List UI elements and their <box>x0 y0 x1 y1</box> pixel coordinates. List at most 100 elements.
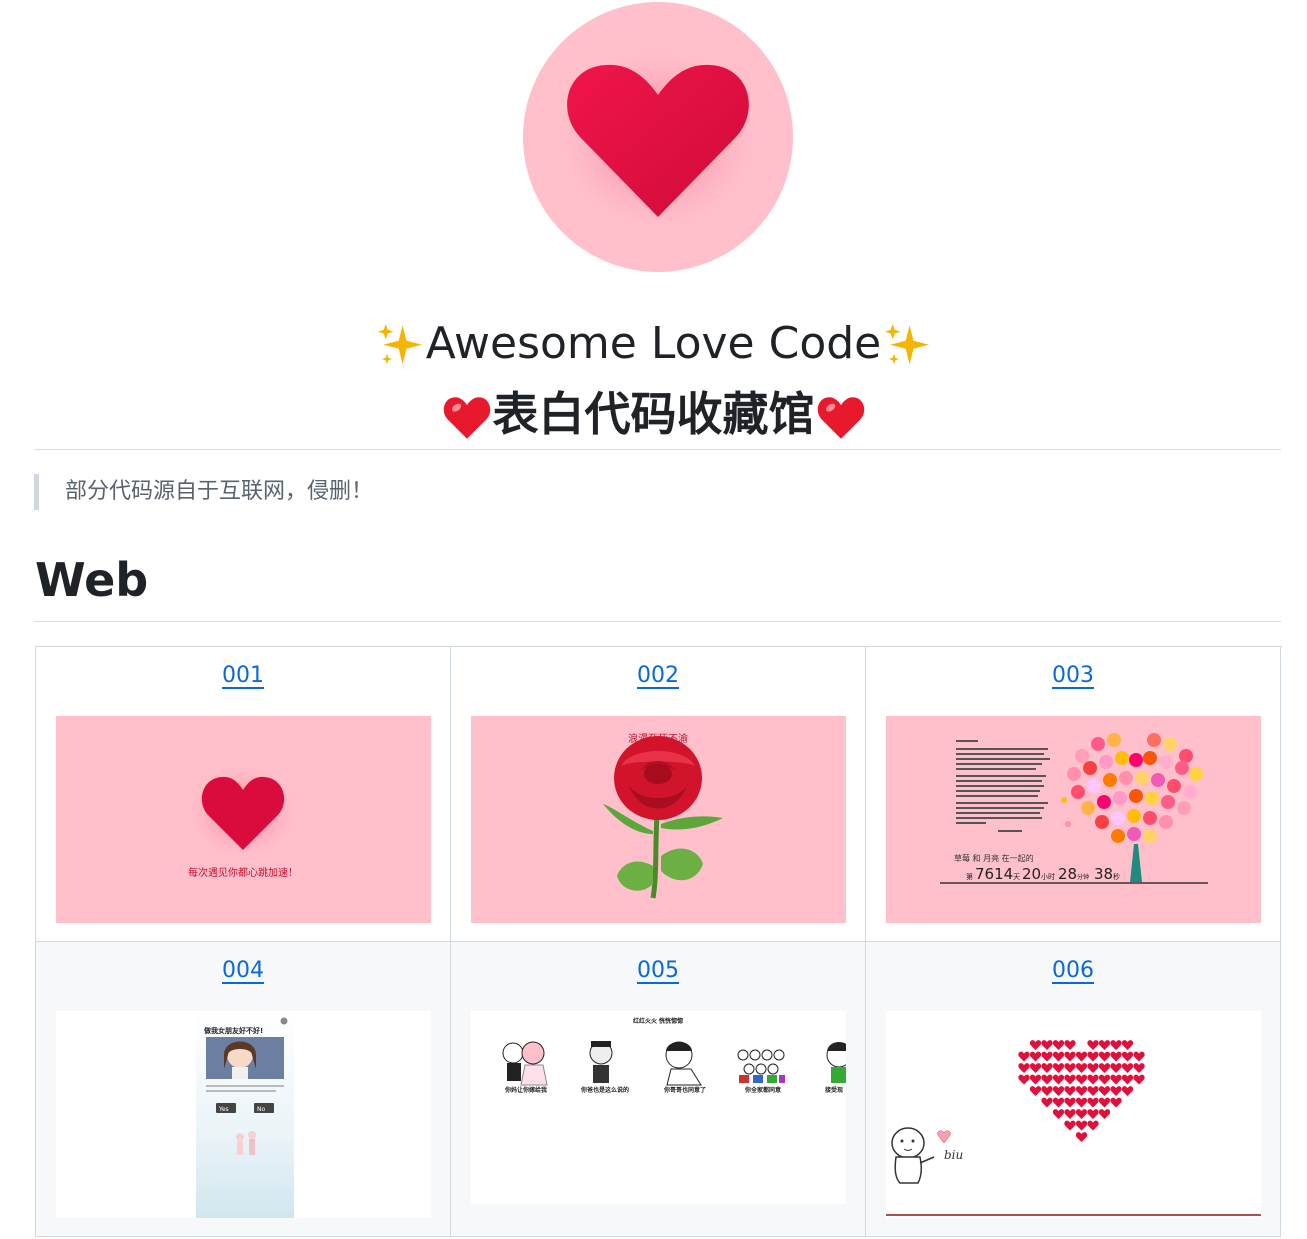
small-heart-icon <box>1087 1120 1099 1131</box>
sticker-2 <box>589 1041 613 1083</box>
counter-seconds-unit: 秒 <box>1113 872 1120 881</box>
small-heart-icon <box>1052 1051 1065 1062</box>
small-heart-icon <box>1029 1074 1042 1085</box>
small-heart-icon <box>1087 1097 1099 1108</box>
small-heart-icon <box>1075 1132 1088 1142</box>
table-cell-004: 004 做我女朋友好不好! Yes No <box>36 942 451 1237</box>
link-002[interactable]: 002 <box>451 663 865 688</box>
counter-hours-unit: 小时 <box>1041 872 1055 881</box>
small-heart-icon <box>1098 1097 1111 1108</box>
counter-prefix: 第 <box>966 872 973 881</box>
caption-005: 红红火火 恍恍惚惚 <box>633 1017 683 1025</box>
small-heart-icon <box>1029 1040 1042 1050</box>
thumbnail-005[interactable]: 红红火火 恍恍惚惚 你妈让你嫁给我 你爸也是这么说的 你哥哥也同意了 你全家都同… <box>471 1011 846 1204</box>
heart-of-hearts <box>1018 1040 1145 1142</box>
notice-quote: 部分代码源自于互联网，侵删！ <box>34 474 373 510</box>
readme-page: Awesome Love Code 表白代码收藏馆 部分代码源自于互联网，侵删！… <box>0 0 1307 1239</box>
small-heart-icon <box>1052 1040 1065 1050</box>
small-heart-icon <box>1121 1051 1134 1062</box>
small-heart-icon <box>1075 1063 1088 1073</box>
small-heart-icon <box>1064 1120 1076 1131</box>
small-heart-icon <box>1110 1097 1122 1108</box>
link-005[interactable]: 005 <box>451 958 865 983</box>
small-heart-icon <box>1052 1074 1065 1085</box>
small-heart-icon <box>1098 1051 1111 1062</box>
small-heart-icon <box>1018 1051 1030 1062</box>
small-heart-icon <box>1041 1086 1053 1096</box>
sticker-1-label: 你妈让你嫁给我 <box>504 1086 547 1094</box>
caption-001: 每次遇见你都心跳加速！ <box>188 866 298 879</box>
link-004[interactable]: 004 <box>36 958 450 983</box>
small-heart-icon <box>1029 1063 1042 1073</box>
no-button[interactable]: No <box>257 1106 265 1113</box>
small-heart-icon <box>1110 1051 1122 1062</box>
small-heart-icon <box>1029 1086 1042 1096</box>
heart-logo-icon <box>550 39 766 239</box>
small-heart-icon <box>1075 1074 1088 1085</box>
thumbnail-006[interactable]: biu <box>886 1011 1261 1218</box>
divider <box>34 449 1281 450</box>
small-heart-icon <box>1133 1074 1145 1085</box>
small-heart-icon <box>1110 1086 1122 1096</box>
sticker-1 <box>502 1041 548 1086</box>
small-heart-icon <box>1052 1097 1065 1108</box>
small-heart-icon <box>1087 1086 1099 1096</box>
sticker-2-label: 你爸也是这么说的 <box>580 1086 629 1094</box>
red-heart-icon <box>443 396 490 439</box>
thumbnail-003[interactable]: 草莓 和 月亮 在一起的 第 7614 天 20 小时 28 分钟 38 秒 <box>886 716 1261 923</box>
small-heart-icon <box>1075 1086 1088 1096</box>
counter-seconds: 38 <box>1094 865 1113 883</box>
table-cell-002: 002 浪漫至死不渝 <box>451 647 866 942</box>
thumbnail-004[interactable]: 做我女朋友好不好! Yes No <box>56 1011 431 1218</box>
counter-minutes-unit: 分钟 <box>1077 873 1089 881</box>
link-006[interactable]: 006 <box>866 958 1280 983</box>
link-003[interactable]: 003 <box>866 663 1280 688</box>
thumbnail-001[interactable]: 每次遇见你都心跳加速！ <box>56 716 431 923</box>
small-heart-icon <box>1098 1109 1111 1119</box>
sparkles-icon <box>377 323 422 365</box>
page-title-en: Awesome Love Code <box>0 318 1307 372</box>
small-heart-icon <box>1064 1097 1076 1108</box>
page-title-zh: 表白代码收藏馆 <box>0 378 1307 444</box>
sticker-3 <box>665 1041 702 1086</box>
small-heart-icon <box>1110 1063 1122 1073</box>
sticker-5-label: 接受现 <box>824 1086 843 1094</box>
table-cell-005: 005 红红火火 恍恍惚惚 你妈让你嫁给我 你爸也是这么说的 你哥哥也同意了 你… <box>451 942 866 1237</box>
small-heart-icon <box>1121 1040 1134 1050</box>
small-heart-icon <box>1052 1063 1065 1073</box>
logo-circle <box>523 2 793 272</box>
divider <box>34 621 1281 622</box>
table-cell-006: 006 biu <box>866 942 1281 1237</box>
small-heart-icon <box>1098 1040 1111 1050</box>
small-heart-icon <box>1087 1040 1099 1050</box>
sticker-4-label: 你全家都同意 <box>744 1086 781 1094</box>
small-heart-icon <box>1098 1063 1111 1073</box>
yes-button[interactable]: Yes <box>218 1106 229 1113</box>
small-heart-icon <box>1133 1063 1145 1073</box>
small-heart-icon <box>1075 1097 1088 1108</box>
title-zh-text: 表白代码收藏馆 <box>492 387 815 441</box>
small-heart-icon <box>1052 1109 1065 1119</box>
small-heart-icon <box>1121 1086 1134 1096</box>
link-001[interactable]: 001 <box>36 663 450 688</box>
table-cell-003: 003 草莓 和 月亮 在一起的 第 7614 天 20 小时 28 分钟 38… <box>866 647 1281 942</box>
small-heart-icon <box>1133 1051 1145 1062</box>
small-heart-icon <box>1064 1074 1076 1085</box>
small-heart-icon <box>1041 1063 1053 1073</box>
small-heart-icon <box>1087 1109 1099 1119</box>
small-heart-icon <box>1121 1063 1134 1073</box>
small-heart-icon <box>1052 1086 1065 1096</box>
small-heart-icon <box>1087 1063 1099 1073</box>
sticker-4 <box>737 1049 785 1083</box>
small-heart-icon <box>1075 1109 1088 1119</box>
small-heart-icon <box>1098 1074 1111 1085</box>
red-heart-icon <box>817 396 864 439</box>
caption-006: biu <box>944 1148 963 1162</box>
small-heart-icon <box>1064 1086 1076 1096</box>
small-heart-icon <box>1018 1063 1030 1073</box>
thumbnail-002[interactable]: 浪漫至死不渝 <box>471 716 846 923</box>
caption-003: 草莓 和 月亮 在一起的 <box>954 853 1034 863</box>
small-heart-icon <box>1110 1040 1122 1050</box>
counter-minutes: 28 <box>1058 865 1077 883</box>
cartoon-character: biu <box>891 1127 963 1184</box>
